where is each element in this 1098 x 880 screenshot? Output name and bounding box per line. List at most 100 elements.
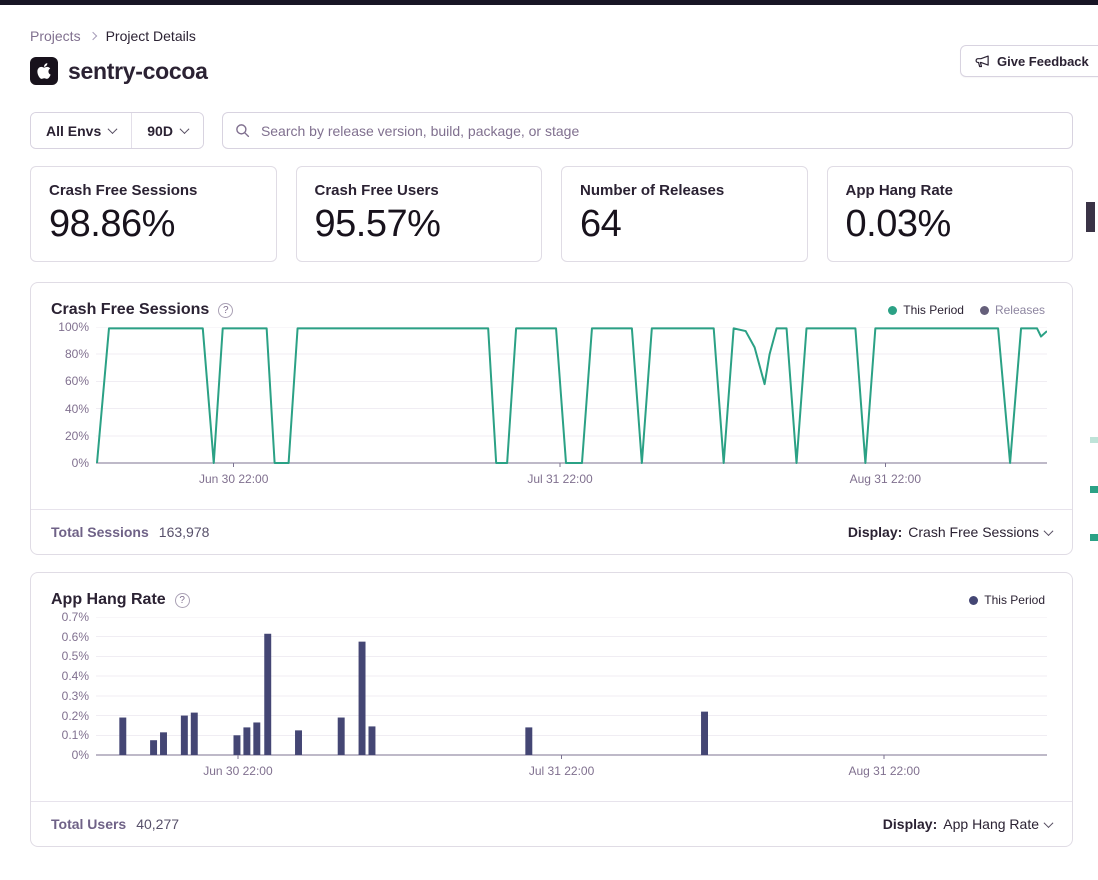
release-search	[222, 112, 1073, 149]
chart-header: App Hang Rate ? This Period	[31, 573, 1072, 609]
date-range-selector-label: 90D	[147, 123, 173, 139]
environment-selector-label: All Envs	[46, 123, 101, 139]
chart-plot-area: 100%80%60%40%20%0%	[96, 327, 1047, 468]
display-selector[interactable]: Display: App Hang Rate	[883, 816, 1052, 832]
bar-series-bar	[525, 727, 532, 755]
total-value: 40,277	[136, 816, 179, 832]
breadcrumb-projects-link[interactable]: Projects	[30, 28, 81, 44]
bar-series-bar	[253, 722, 260, 755]
chevron-down-icon	[179, 124, 189, 134]
chart-footer: Total Users 40,277 Display: App Hang Rat…	[31, 801, 1072, 846]
y-axis-tick-label: 20%	[47, 429, 89, 443]
legend-dot-icon	[969, 596, 978, 605]
bar-series-bar	[295, 730, 302, 755]
project-header: sentry-cocoa	[30, 57, 1073, 85]
stat-card-number-of-releases: Number of Releases 64	[561, 166, 808, 262]
bar-series-bar	[160, 732, 167, 755]
stat-label: Number of Releases	[580, 182, 789, 199]
x-axis-tick-label: Aug 31 22:00	[848, 764, 919, 778]
display-label: Display:	[883, 816, 937, 832]
x-axis-labels: Jun 30 22:00 Jul 31 22:00 Aug 31 22:00	[96, 762, 1047, 782]
bar-series-bar	[368, 726, 375, 755]
give-feedback-button[interactable]: Give Feedback	[960, 45, 1098, 77]
page-title: sentry-cocoa	[68, 58, 208, 85]
total-value: 163,978	[159, 524, 210, 540]
y-axis-tick-label: 40%	[47, 402, 89, 416]
stat-label: App Hang Rate	[846, 182, 1055, 199]
filter-bar: All Envs 90D	[30, 112, 1073, 149]
y-axis-tick-label: 80%	[47, 347, 89, 361]
bar-series-bar	[359, 642, 366, 755]
x-axis-tick-label: Jun 30 22:00	[199, 472, 268, 486]
stat-label: Crash Free Sessions	[49, 182, 258, 199]
x-axis-tick-label: Jun 30 22:00	[203, 764, 272, 778]
legend-item[interactable]: This Period	[969, 593, 1045, 607]
release-search-input[interactable]	[259, 122, 1060, 140]
chart-header: Crash Free Sessions ? This PeriodRelease…	[31, 283, 1072, 319]
clipped-right-content-fragment	[1090, 437, 1098, 443]
y-axis-tick-label: 0%	[47, 456, 89, 470]
x-axis-tick-label: Jul 31 22:00	[527, 472, 592, 486]
chart-title: App Hang Rate	[51, 591, 166, 609]
y-axis-tick-label: 60%	[47, 374, 89, 388]
bar-series-bar	[119, 718, 126, 755]
display-label: Display:	[848, 524, 902, 540]
chart-total: Total Sessions 163,978	[51, 524, 209, 540]
y-axis-tick-label: 100%	[47, 320, 89, 334]
chart-total: Total Users 40,277	[51, 816, 179, 832]
clipped-right-content-fragment	[1090, 486, 1098, 493]
legend-item[interactable]: This Period	[888, 303, 964, 317]
bar-series-bar	[264, 634, 271, 755]
bar-series-bar	[150, 740, 157, 755]
chart-legend: This Period	[969, 593, 1045, 607]
score-cards: Crash Free Sessions 98.86% Crash Free Us…	[30, 166, 1073, 262]
stat-card-app-hang-rate: App Hang Rate 0.03%	[827, 166, 1074, 262]
clipped-right-content-fragment	[1086, 202, 1095, 232]
y-axis-tick-label: 0.7%	[47, 610, 89, 624]
chart-legend: This Period Releases	[888, 303, 1045, 317]
stat-value: 64	[580, 203, 789, 246]
legend-label: This Period	[903, 303, 964, 317]
bar-series-bar	[181, 716, 188, 755]
y-axis-tick-label: 0.2%	[47, 709, 89, 723]
y-axis-tick-label: 0%	[47, 748, 89, 762]
question-circle-icon[interactable]: ?	[175, 593, 190, 608]
stat-value: 98.86%	[49, 203, 258, 246]
stat-label: Crash Free Users	[315, 182, 524, 199]
environment-selector[interactable]: All Envs	[31, 113, 131, 148]
give-feedback-label: Give Feedback	[997, 54, 1089, 69]
search-icon	[235, 123, 250, 138]
x-axis-tick-label: Jul 31 22:00	[529, 764, 594, 778]
y-axis-tick-label: 0.4%	[47, 669, 89, 683]
chevron-down-icon	[1044, 526, 1054, 536]
x-axis-tick-label: Aug 31 22:00	[850, 472, 921, 486]
legend-label: Releases	[995, 303, 1045, 317]
stat-value: 0.03%	[846, 203, 1055, 246]
bar-series-bar	[338, 718, 345, 755]
total-label: Total Users	[51, 816, 126, 832]
breadcrumb-current: Project Details	[106, 28, 196, 44]
project-details-page: Projects Project Details Give Feedback s…	[0, 28, 1098, 847]
legend-dot-icon	[888, 306, 897, 315]
legend-item[interactable]: Releases	[980, 303, 1045, 317]
app-hang-rate-bar-chart	[96, 617, 1047, 760]
y-axis-tick-label: 0.1%	[47, 728, 89, 742]
chevron-down-icon	[1044, 818, 1054, 828]
bar-series-bar	[243, 727, 250, 755]
display-value: App Hang Rate	[943, 816, 1039, 832]
line-series	[97, 328, 1047, 463]
apple-platform-icon	[30, 57, 58, 85]
question-circle-icon[interactable]: ?	[218, 303, 233, 318]
top-edge-bar	[0, 0, 1098, 5]
bar-series-bar	[701, 712, 708, 755]
bar-series-bar	[191, 713, 198, 755]
crash-free-sessions-chart-card: Crash Free Sessions ? This PeriodRelease…	[30, 282, 1073, 555]
y-axis-tick-label: 0.6%	[47, 630, 89, 644]
display-selector[interactable]: Display: Crash Free Sessions	[848, 524, 1052, 540]
legend-dot-icon	[980, 306, 989, 315]
breadcrumb: Projects Project Details	[30, 28, 1073, 44]
date-range-selector[interactable]: 90D	[132, 113, 203, 148]
chevron-down-icon	[108, 124, 118, 134]
chart-plot-area: 0.7%0.6%0.5%0.4%0.3%0.2%0.1%0%	[96, 617, 1047, 760]
stat-card-crash-free-users: Crash Free Users 95.57%	[296, 166, 543, 262]
